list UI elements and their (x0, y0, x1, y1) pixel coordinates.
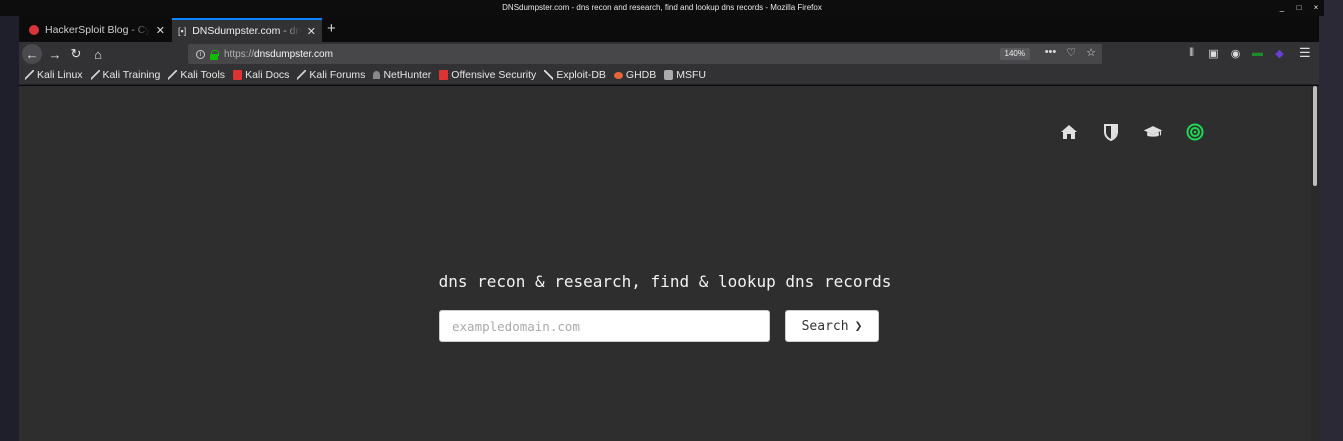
page-scrollbar[interactable] (1311, 86, 1319, 441)
close-window-button[interactable]: × (1312, 0, 1320, 16)
zoom-level-badge[interactable]: 140% (999, 48, 1030, 60)
toolbar-right: ⫴ ▣ ◉ ▬ ◆ (1185, 45, 1286, 61)
minimize-button[interactable]: _ (1278, 0, 1286, 16)
ghdb-icon (613, 71, 623, 79)
tab-label: HackerSploit Blog - Cybe (45, 24, 150, 36)
page-headline: dns recon & research, find & lookup dns … (438, 272, 892, 291)
bookmark-label: Kali Docs (245, 69, 290, 81)
extension-icon[interactable]: ◉ (1229, 45, 1242, 61)
extension-green-icon[interactable]: ▬ (1251, 45, 1264, 61)
window-title: DNSdumpster.com - dns recon and research… (502, 3, 822, 12)
maximize-button[interactable]: □ (1295, 0, 1303, 16)
chevron-right-icon: ❯ (854, 318, 863, 334)
search-button[interactable]: Search ❯ (785, 310, 879, 342)
bookmarks-toolbar: Kali Linux Kali Training Kali Tools Kali… (19, 66, 1319, 85)
tab-strip: HackerSploit Blog - Cybe ✕ [▪] DNSdumpst… (19, 16, 1319, 42)
url-protocol: https:// (224, 48, 255, 60)
kali-icon (168, 70, 178, 80)
hamburger-menu-icon[interactable]: ☰ (1299, 45, 1311, 61)
bookmark-label: MSFU (676, 69, 707, 81)
bookmark-exploit-db[interactable]: Exploit-DB (544, 69, 606, 81)
shield-icon[interactable] (1101, 122, 1121, 142)
desktop-left-edge (0, 0, 19, 441)
lock-icon[interactable] (210, 49, 219, 60)
browser-window: DNSdumpster.com - dns recon and research… (0, 0, 1324, 441)
forward-button[interactable]: → (45, 44, 65, 64)
bookmark-msfu[interactable]: MSFU (664, 69, 706, 81)
window-titlebar: DNSdumpster.com - dns recon and research… (0, 0, 1324, 16)
kali-icon (25, 70, 34, 80)
tab-close-icon[interactable]: ✕ (156, 24, 165, 37)
search-button-label: Search (801, 318, 849, 334)
bookmark-label: Offensive Security (451, 69, 537, 81)
tab-close-icon[interactable]: ✕ (307, 25, 316, 38)
bookmark-offensive-security[interactable]: Offensive Security (439, 69, 536, 81)
msfu-icon (664, 70, 674, 80)
page-content: dns recon & research, find & lookup dns … (19, 86, 1311, 441)
back-button[interactable]: ← (22, 44, 42, 64)
extension-purple-icon[interactable]: ◆ (1273, 45, 1286, 61)
bookmark-label: Kali Linux (37, 69, 83, 81)
bookmark-kali-tools[interactable]: Kali Tools (168, 69, 225, 81)
bookmark-label: NetHunter (383, 69, 432, 81)
bracket-icon: [▪] (178, 26, 187, 36)
kali-icon (90, 70, 100, 80)
scrollbar-thumb[interactable] (1313, 86, 1317, 186)
bookmark-label: Kali Training (102, 69, 161, 81)
domain-search-input[interactable] (439, 310, 770, 342)
search-form: Search ❯ (439, 310, 879, 342)
bookmark-kali-linux[interactable]: Kali Linux (25, 69, 83, 81)
bookmark-nethunter[interactable]: NetHunter (373, 69, 431, 81)
window-controls: _ □ × (1278, 0, 1320, 16)
home-icon[interactable] (1059, 122, 1079, 142)
url-actions: ••• ♡ ☆ (1045, 46, 1096, 59)
bookmark-kali-docs[interactable]: Kali Docs (233, 69, 289, 81)
target-icon[interactable] (1185, 122, 1205, 142)
bookmark-label: Exploit-DB (556, 69, 606, 81)
site-nav (1059, 122, 1205, 142)
sidebar-icon[interactable]: ▣ (1207, 45, 1220, 61)
bookmark-ghdb[interactable]: GHDB (613, 69, 657, 81)
bookmark-kali-training[interactable]: Kali Training (90, 69, 161, 81)
reload-button[interactable]: ↻ (66, 44, 86, 64)
tab-label: DNSdumpster.com - dns (192, 25, 301, 37)
bookmark-label: Kali Forums (309, 69, 366, 81)
info-icon[interactable]: i (196, 49, 205, 59)
kali-icon (297, 70, 307, 80)
page-actions-icon[interactable]: ••• (1045, 46, 1057, 59)
bookmark-label: Kali Tools (180, 69, 226, 81)
pocket-icon[interactable]: ♡ (1066, 46, 1076, 59)
url-host: dnsdumpster.com (254, 48, 333, 60)
tab-dnsdumpster[interactable]: [▪] DNSdumpster.com - dns ✕ (172, 18, 322, 42)
desktop-right-edge (1319, 0, 1343, 441)
library-icon[interactable]: ⫴ (1185, 45, 1198, 61)
hackersploit-favicon-icon (29, 25, 39, 35)
nethunter-icon (373, 71, 381, 79)
url-text[interactable]: https://dnsdumpster.com (224, 49, 333, 60)
tab-hackersploit[interactable]: HackerSploit Blog - Cybe ✕ (23, 18, 171, 42)
kali-docs-icon (233, 70, 243, 80)
exploit-db-icon (544, 70, 554, 80)
graduation-cap-icon[interactable] (1143, 122, 1163, 142)
url-bar[interactable]: i https://dnsdumpster.com 140% ••• ♡ ☆ (188, 44, 1102, 64)
home-button[interactable]: ⌂ (88, 44, 108, 64)
bookmark-star-icon[interactable]: ☆ (1086, 46, 1096, 59)
bookmark-kali-forums[interactable]: Kali Forums (297, 69, 365, 81)
navigation-toolbar: ← → ↻ ⌂ i https://dnsdumpster.com 140% •… (19, 42, 1319, 66)
offsec-icon (439, 70, 449, 80)
new-tab-button[interactable]: + (327, 20, 336, 37)
bookmark-label: GHDB (625, 69, 657, 81)
